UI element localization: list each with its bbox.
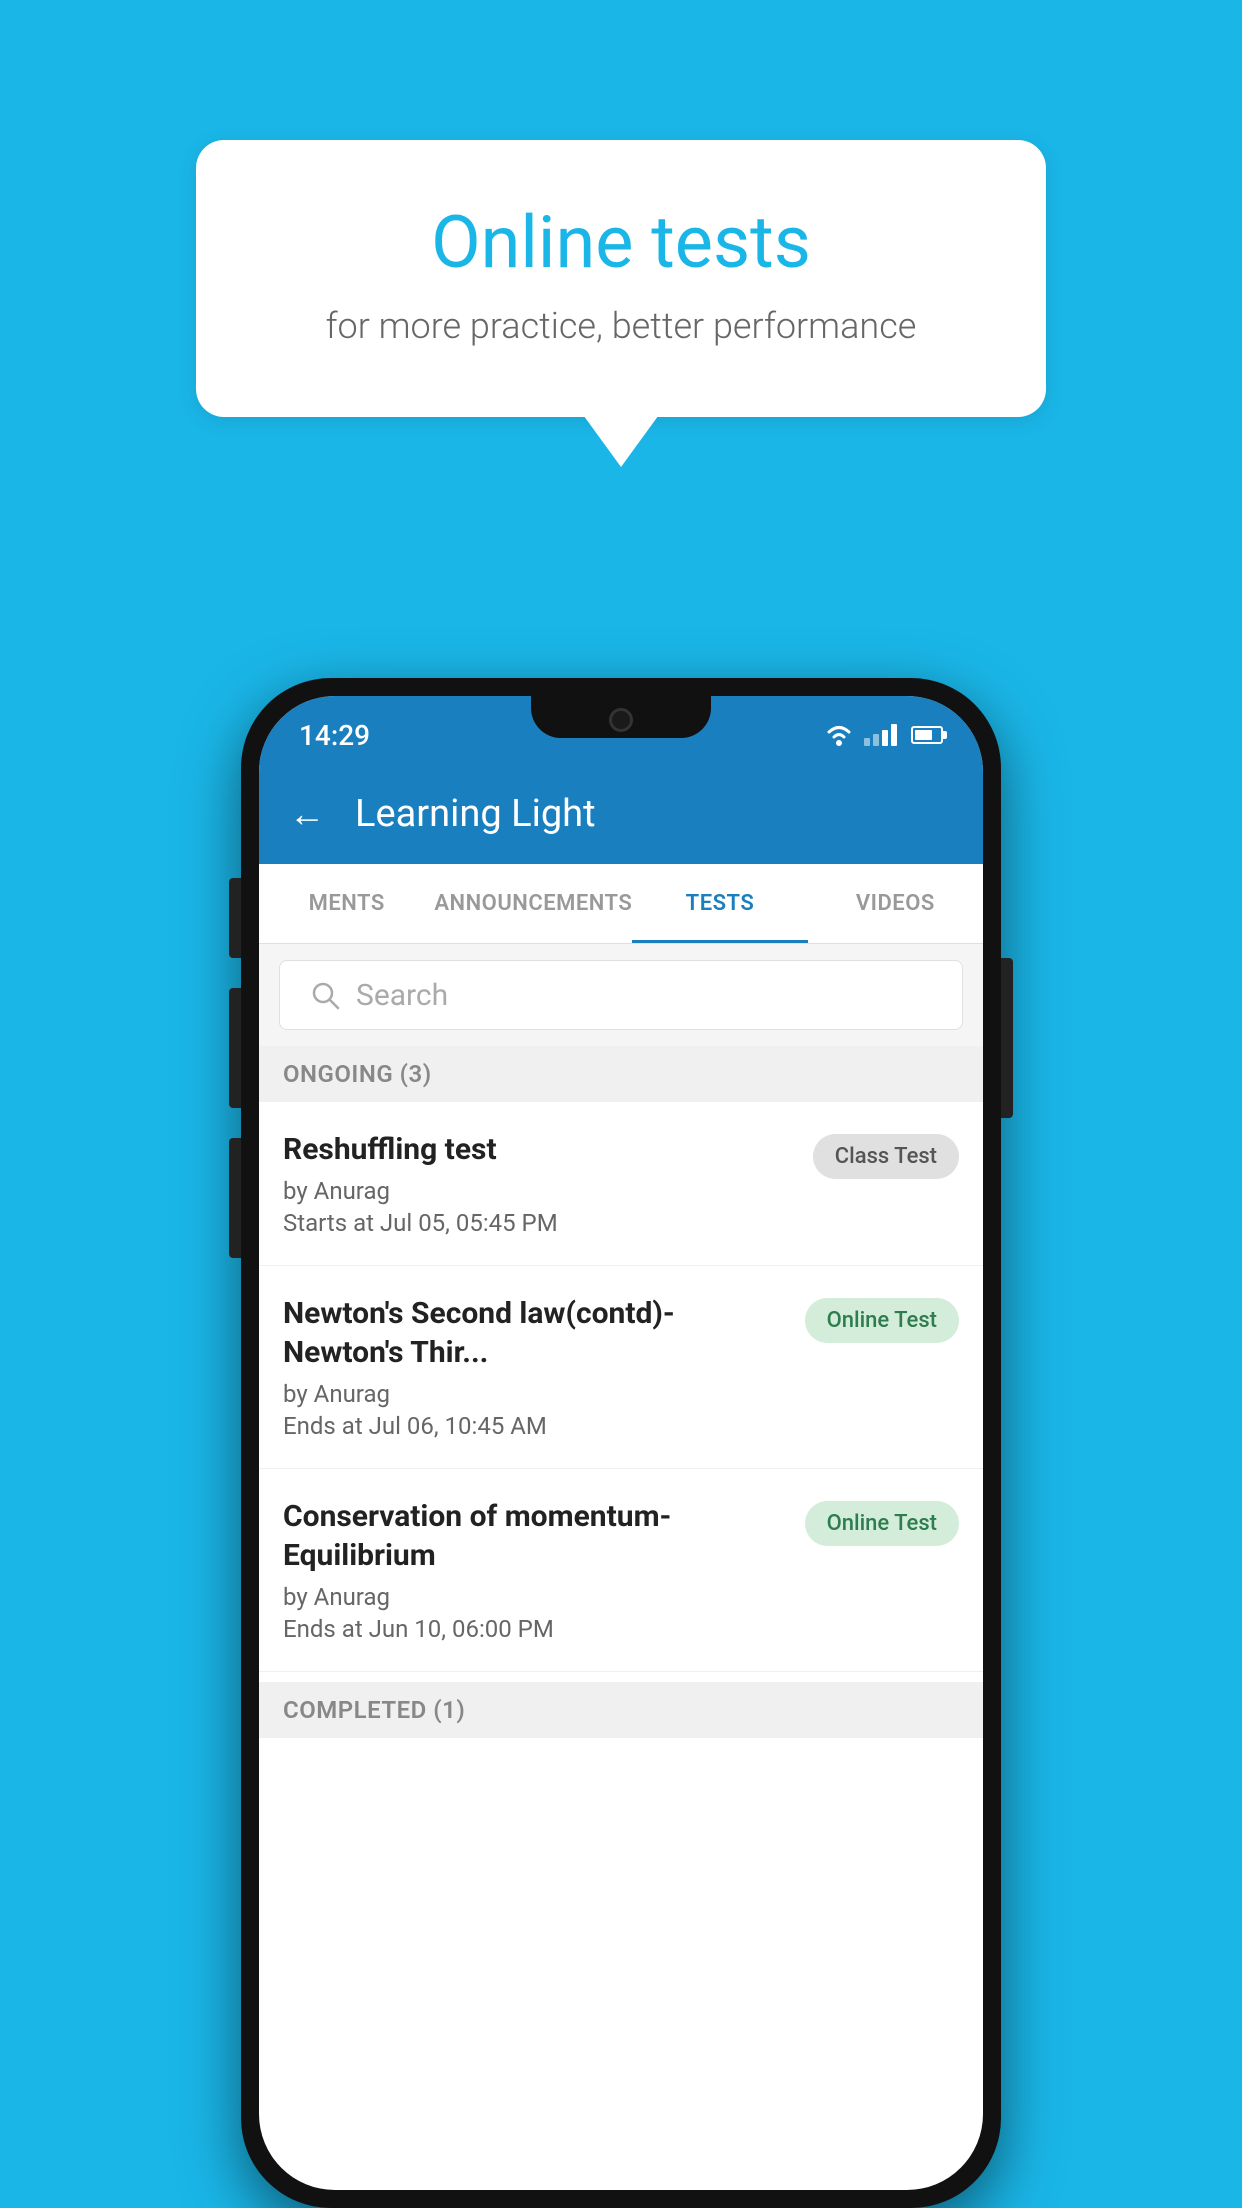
tab-tests[interactable]: TESTS — [632, 864, 807, 943]
tab-ments[interactable]: MENTS — [259, 864, 434, 943]
search-input[interactable]: Search — [279, 960, 963, 1030]
phone-button-vol-down-2 — [229, 1138, 241, 1258]
test-info: Newton's Second law(contd)-Newton's Thir… — [283, 1294, 805, 1440]
ongoing-section-title: ONGOING (3) — [283, 1060, 432, 1088]
phone-screen: 14:29 — [259, 696, 983, 2190]
test-author: by Anurag — [283, 1177, 793, 1205]
phone-button-power — [1001, 958, 1013, 1118]
test-author: by Anurag — [283, 1583, 785, 1611]
test-name: Newton's Second law(contd)-Newton's Thir… — [283, 1294, 785, 1372]
battery-icon — [911, 726, 943, 744]
test-info: Reshuffling test by Anurag Starts at Jul… — [283, 1130, 813, 1237]
phone-outer: 14:29 — [241, 678, 1001, 2208]
completed-section-title: COMPLETED (1) — [283, 1696, 465, 1724]
search-placeholder: Search — [356, 978, 448, 1013]
test-item[interactable]: Reshuffling test by Anurag Starts at Jul… — [259, 1102, 983, 1266]
app-header: ← Learning Light — [259, 764, 983, 864]
test-badge-online: Online Test — [805, 1501, 959, 1546]
search-icon — [310, 980, 340, 1010]
app-title: Learning Light — [355, 792, 596, 836]
status-time: 14:29 — [299, 719, 370, 752]
phone-notch — [531, 696, 711, 738]
tab-announcements[interactable]: ANNOUNCEMENTS — [434, 864, 632, 943]
completed-section-header: COMPLETED (1) — [259, 1682, 983, 1738]
test-item[interactable]: Conservation of momentum-Equilibrium by … — [259, 1469, 983, 1672]
status-icons — [824, 724, 943, 746]
test-item[interactable]: Newton's Second law(contd)-Newton's Thir… — [259, 1266, 983, 1469]
test-list: Reshuffling test by Anurag Starts at Jul… — [259, 1102, 983, 1672]
test-author: by Anurag — [283, 1380, 785, 1408]
search-container: Search — [259, 944, 983, 1046]
test-name: Conservation of momentum-Equilibrium — [283, 1497, 785, 1575]
tabs-bar: MENTS ANNOUNCEMENTS TESTS VIDEOS — [259, 864, 983, 944]
test-date: Starts at Jul 05, 05:45 PM — [283, 1209, 793, 1237]
test-badge-class: Class Test — [813, 1134, 959, 1179]
speech-bubble-title: Online tests — [276, 200, 966, 285]
back-button[interactable]: ← — [289, 793, 325, 835]
camera-icon — [609, 708, 633, 732]
phone-button-vol-up — [229, 878, 241, 958]
wifi-icon — [824, 724, 854, 746]
phone-button-vol-down-1 — [229, 988, 241, 1108]
speech-bubble: Online tests for more practice, better p… — [196, 140, 1046, 417]
signal-icon — [864, 724, 897, 746]
phone-mockup: 14:29 — [241, 678, 1001, 2208]
test-badge-online: Online Test — [805, 1298, 959, 1343]
speech-bubble-container: Online tests for more practice, better p… — [196, 140, 1046, 417]
speech-bubble-subtitle: for more practice, better performance — [276, 305, 966, 347]
test-name: Reshuffling test — [283, 1130, 793, 1169]
test-date: Ends at Jul 06, 10:45 AM — [283, 1412, 785, 1440]
ongoing-section-header: ONGOING (3) — [259, 1046, 983, 1102]
test-info: Conservation of momentum-Equilibrium by … — [283, 1497, 805, 1643]
tab-videos[interactable]: VIDEOS — [808, 864, 983, 943]
test-date: Ends at Jun 10, 06:00 PM — [283, 1615, 785, 1643]
